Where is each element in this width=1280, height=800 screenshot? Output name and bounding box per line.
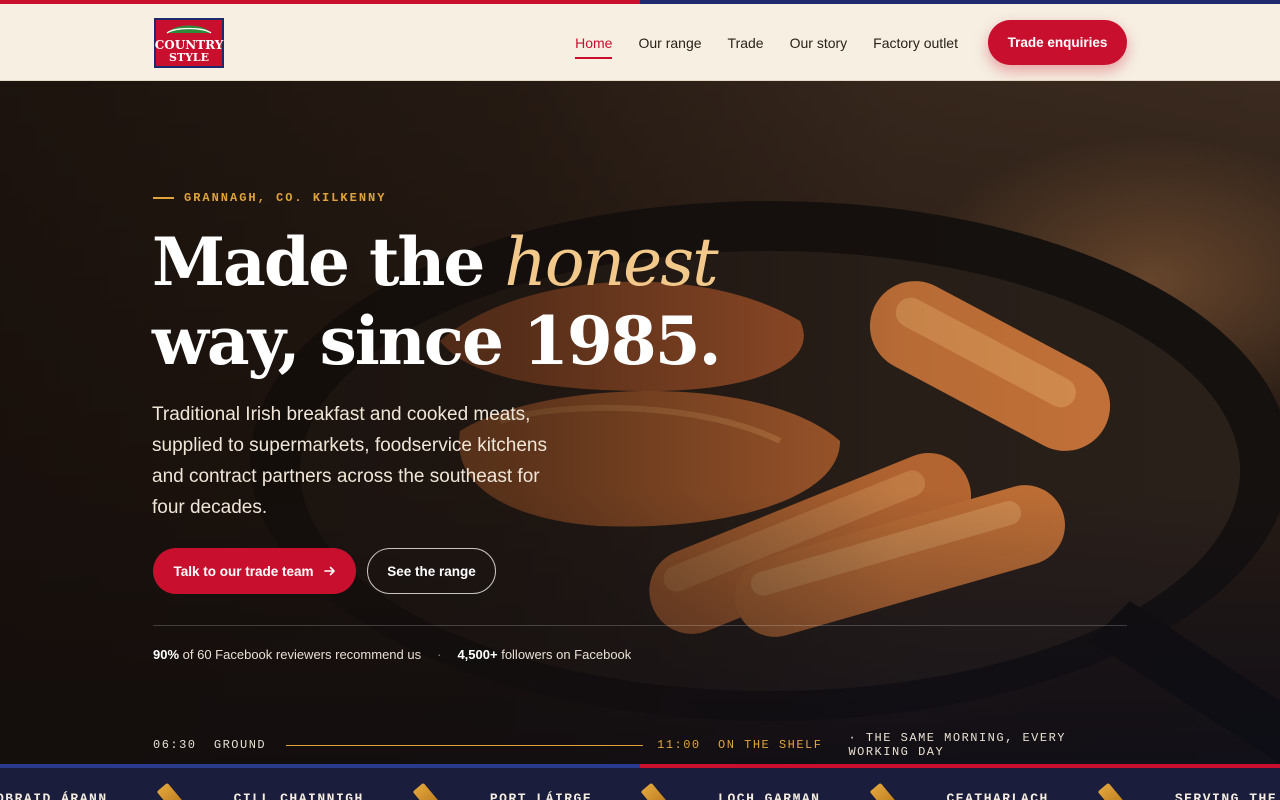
nav-trade[interactable]: Trade [728,29,764,57]
production-timeline: 06:30 GROUND 11:00 ON THE SHELF · THE SA… [153,731,1127,759]
timeline-note: · THE SAME MORNING, EVERY WORKING DAY [848,731,1066,759]
eyebrow-text: GRANNAGH, CO. KILKENNY [184,191,387,205]
ticker-item: CEATHARLACH [946,790,1049,800]
hero: GRANNAGH, CO. KILKENNY Made the honest wa… [0,81,1280,764]
nav-our-range[interactable]: Our range [638,29,701,57]
svg-text:STYLE: STYLE [169,51,209,64]
timeline-line [286,744,644,746]
main-nav: Home Our range Trade Our story Factory o… [575,4,958,81]
headline-part2: way, since 1985. [152,302,722,380]
ticker-track: OBRAID ÁRANN CILL CHAINNIGH PORT LÁIRGE … [0,782,1280,800]
hero-lede: Traditional Irish breakfast and cooked m… [152,404,547,518]
sausage-icon [869,782,898,800]
hero-headline: Made the honest way, since 1985. [152,223,772,380]
ticker-item: SERVING THE SOUTHEAST [1174,790,1280,800]
primary-button-label: Talk to our trade team [173,563,314,579]
timeline-end: 11:00 ON THE SHELF [657,738,823,752]
nav-our-story[interactable]: Our story [790,29,848,57]
proof-separator: · [437,647,442,662]
logo[interactable]: COUNTRY STYLE [153,17,225,69]
sausage-icon [156,782,185,800]
sausage-icon [412,782,442,800]
ticker-item: CILL CHAINNIGH [233,790,364,800]
proof-stat-1: 90% of 60 Facebook reviewers recommend u… [153,647,422,662]
headline-part1: Made the [152,223,505,301]
eyebrow-dash [153,197,174,199]
ticker-item: LOCH GARMAN [718,790,821,800]
social-proof: 90% of 60 Facebook reviewers recommend u… [153,647,631,662]
proof-stat-2: 4,500+ followers on Facebook [457,647,632,662]
see-the-range-button[interactable]: See the range [367,548,496,594]
timeline-start: 06:30 GROUND [153,738,267,752]
sausage-icon [1097,782,1127,800]
ticker-item: PORT LÁIRGE [489,790,593,800]
county-ticker: OBRAID ÁRANN CILL CHAINNIGH PORT LÁIRGE … [0,764,1280,800]
nav-factory-outlet[interactable]: Factory outlet [873,29,958,57]
ticker-item: OBRAID ÁRANN [0,790,108,800]
nav-home[interactable]: Home [575,29,613,59]
site-header: COUNTRY STYLE Home Our range Trade Our s… [0,4,1280,81]
hero-divider [153,625,1127,626]
ticker-stripe [0,764,1280,768]
sausage-icon [640,782,670,800]
hero-eyebrow: GRANNAGH, CO. KILKENNY [153,191,386,205]
trade-enquiries-button[interactable]: Trade enquiries [988,20,1127,65]
svg-text:COUNTRY: COUNTRY [155,38,224,52]
talk-to-trade-team-button[interactable]: Talk to our trade team [153,548,356,594]
arrow-right-icon [323,566,335,576]
headline-accent: honest [504,224,718,301]
